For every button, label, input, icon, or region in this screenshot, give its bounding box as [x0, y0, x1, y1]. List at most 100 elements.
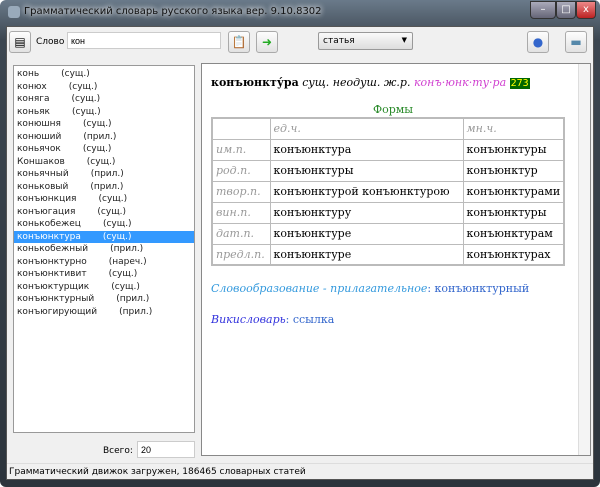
- list-item[interactable]: конъюгация (сущ.): [14, 206, 194, 219]
- form-cell: конъюнктура: [269, 138, 464, 161]
- list-item-word: конюшня: [17, 119, 61, 129]
- list-item-pos: (сущ.): [82, 119, 112, 129]
- list-item-word: конъюнктурно: [17, 256, 87, 267]
- header-cell: мн.ч.: [462, 117, 565, 140]
- word-list[interactable]: конь (сущ.) конюх (сущ.) коняга (сущ.) коньяк (…: [13, 65, 195, 433]
- list-item-pos: (сущ.): [98, 194, 128, 204]
- close-button[interactable]: x: [576, 1, 596, 19]
- list-item-word: конькобежец: [17, 219, 81, 229]
- list-item-word: конъюнктивит: [17, 269, 87, 279]
- case-label: твор.п.: [211, 180, 271, 203]
- list-item-pos: (сущ.): [71, 106, 101, 117]
- list-item-pos: (сущ.): [97, 206, 127, 217]
- list-item[interactable]: коньячный (прил.): [14, 168, 194, 181]
- form-cell: конъюнктурой конъюнктурою: [269, 180, 464, 203]
- table-row: дат.п. конъюнктуре конъюнктурам: [211, 222, 565, 245]
- form-cell: конъюнктур: [462, 159, 565, 182]
- list-item[interactable]: конъюнктура (сущ.): [14, 230, 194, 243]
- list-item-pos: (прил.): [90, 169, 124, 179]
- list-item-word: коньячок: [17, 144, 61, 154]
- list-item-word: Коншаков: [17, 156, 65, 167]
- article-panel: конъюнкту́ра сущ. неодуш. ж.р. конъ·юнк·…: [201, 63, 591, 456]
- form-cell: конъюнктуре: [269, 222, 464, 245]
- app-icon: [8, 6, 20, 18]
- list-item[interactable]: конъюнктурно (нареч.): [14, 256, 194, 269]
- back-icon[interactable]: ●: [527, 31, 549, 53]
- list-item-word: конъюнкция: [17, 194, 77, 204]
- list-item-pos: (сущ.): [111, 281, 140, 292]
- derivation-link[interactable]: конъюнктурный: [435, 282, 530, 295]
- print-icon[interactable]: ▬: [565, 31, 587, 53]
- vertical-scrollbar[interactable]: [578, 64, 590, 455]
- list-item-pos: (сущ.): [102, 231, 132, 242]
- forms-title: Формы: [372, 103, 414, 116]
- list-item[interactable]: конъюнктурный (прил.): [14, 293, 194, 306]
- wiktionary-link[interactable]: ссылка: [293, 313, 335, 326]
- list-item[interactable]: конюший (прил.): [14, 131, 194, 144]
- list-item[interactable]: конъюнкция (сущ.): [14, 193, 194, 206]
- list-item[interactable]: конъюктурщик (сущ.): [14, 281, 194, 294]
- paste-icon[interactable]: 📋: [228, 31, 250, 53]
- list-item-pos: (прил.): [90, 181, 124, 192]
- form-cell: конъюнктурам: [462, 222, 565, 245]
- list-item-pos: (прил.): [110, 244, 144, 254]
- syllables: конъ·юнк·ту·ра: [413, 76, 507, 89]
- list-item-word: коньяк: [17, 106, 50, 117]
- list-item[interactable]: коняга (сущ.): [14, 93, 194, 106]
- form-cell: конъюнктуры: [462, 201, 565, 224]
- list-item[interactable]: Коншаков (сущ.): [14, 156, 194, 169]
- list-item[interactable]: коньяк (сущ.): [14, 106, 194, 119]
- list-item-word: коняга: [17, 94, 50, 104]
- table-row: предл.п. конъюнктуре конъюнктурах: [211, 243, 565, 266]
- table-row: им.п. конъюнктура конъюнктуры: [211, 138, 565, 161]
- header-cell: [211, 117, 271, 140]
- derivation-label: Словообразование - прилагательное: [211, 282, 428, 295]
- minimize-button[interactable]: –: [530, 1, 556, 19]
- form-cell: конъюнктуре: [269, 243, 464, 266]
- table-header-row: ед.ч. мн.ч.: [211, 117, 565, 140]
- open-icon[interactable]: ▤: [9, 31, 31, 53]
- chevron-down-icon: ▼: [401, 36, 407, 44]
- frequency-badge: 273: [509, 78, 530, 89]
- table-row: твор.п. конъюнктурой конъюнктурою конъюнкт…: [211, 180, 565, 203]
- list-item-pos: (сущ.): [86, 156, 116, 167]
- list-item[interactable]: коньковый (прил.): [14, 181, 194, 194]
- list-item[interactable]: конь (сущ.): [14, 68, 194, 81]
- header-cell: ед.ч.: [269, 117, 464, 140]
- client-area: ▤ Слово 📋 ➜ статья ▼ ● ▬ конь(сущ.)конюх…: [6, 26, 594, 480]
- case-label: род.п.: [211, 159, 271, 182]
- maximize-button[interactable]: □: [556, 1, 576, 19]
- table-row: вин.п. конъюнктуру конъюнктуры: [211, 201, 565, 224]
- mode-select[interactable]: статья ▼: [318, 32, 413, 50]
- list-item-word: конъюктурщик: [17, 281, 90, 292]
- list-item-word: конъюнктура: [17, 231, 81, 242]
- case-label: дат.п.: [211, 222, 271, 245]
- list-item-pos: (сущ.): [61, 69, 90, 79]
- form-cell: конъюнктуры: [269, 159, 464, 182]
- list-item-pos: (нареч.): [108, 256, 147, 267]
- list-item[interactable]: конюшня (сущ.): [14, 118, 194, 131]
- list-item[interactable]: коньячок (сущ.): [14, 143, 194, 156]
- list-item-pos: (сущ.): [82, 144, 112, 154]
- list-item-word: конькобежный: [17, 244, 89, 254]
- list-item-word: конъюгирующий: [17, 306, 98, 317]
- form-cell: конъюнктуру: [269, 201, 464, 224]
- list-item[interactable]: конькобежный (прил.): [14, 243, 194, 256]
- list-item[interactable]: конъюгирующий (прил.): [14, 306, 194, 319]
- form-cell: конъюнктурах: [462, 243, 565, 266]
- mode-select-value: статья: [323, 36, 355, 46]
- list-item-word: коньячный: [17, 169, 69, 179]
- window-title: Грамматический словарь русского языка ве…: [24, 6, 322, 17]
- list-item[interactable]: конькобежец (сущ.): [14, 218, 194, 231]
- total-field: [137, 441, 195, 458]
- case-label: им.п.: [211, 138, 271, 161]
- list-item[interactable]: конъюнктивит (сущ.): [14, 268, 194, 281]
- list-item-word: конюший: [17, 131, 62, 142]
- word-input[interactable]: [67, 32, 221, 49]
- list-item[interactable]: конюх (сущ.): [14, 81, 194, 94]
- table-row: род.п. конъюнктуры конъюнктур: [211, 159, 565, 182]
- list-item-word: коньковый: [17, 181, 69, 192]
- grammar-info: сущ. неодуш. ж.р.: [302, 76, 411, 89]
- go-arrow-icon[interactable]: ➜: [256, 31, 278, 53]
- list-item-pos: (сущ.): [68, 81, 98, 92]
